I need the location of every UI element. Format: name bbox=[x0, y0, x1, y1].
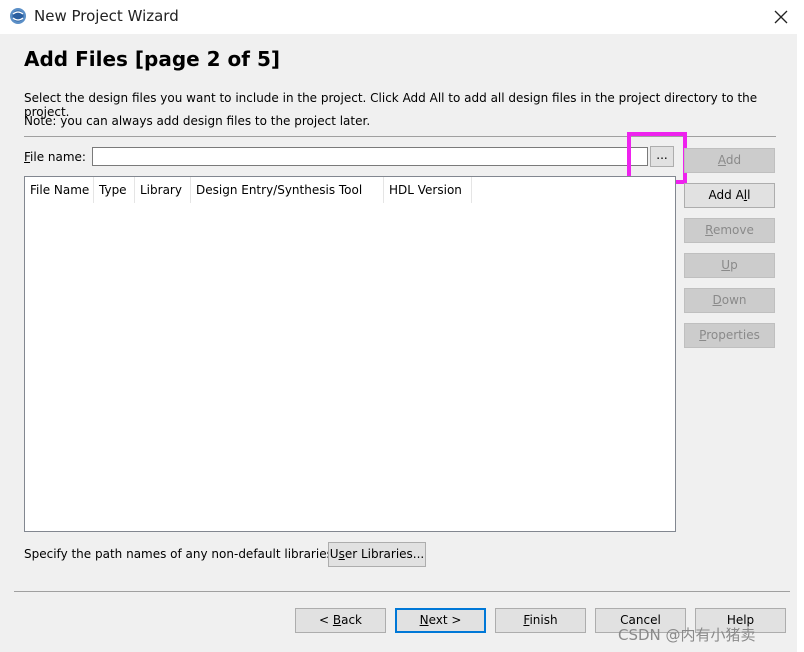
down-button[interactable]: Down bbox=[684, 288, 775, 313]
column-header-design-entry-tool[interactable]: Design Entry/Synthesis Tool bbox=[191, 177, 384, 203]
add-button[interactable]: Add bbox=[684, 148, 775, 173]
up-button[interactable]: Up bbox=[684, 253, 775, 278]
page-note: Note: you can always add design files to… bbox=[24, 114, 371, 128]
column-header-type[interactable]: Type bbox=[94, 177, 135, 203]
files-table[interactable]: File Name Type Library Design Entry/Synt… bbox=[24, 176, 676, 532]
background-strip bbox=[797, 34, 804, 652]
close-button[interactable] bbox=[758, 0, 804, 34]
column-header-file-name[interactable]: File Name bbox=[25, 177, 94, 203]
app-globe-icon bbox=[10, 8, 26, 24]
next-button[interactable]: Next > bbox=[395, 608, 486, 633]
watermark: CSDN @内有小猪卖 bbox=[618, 626, 756, 644]
libraries-hint: Specify the path names of any non-defaul… bbox=[24, 547, 337, 561]
title-bar: New Project Wizard bbox=[0, 0, 804, 34]
window-title: New Project Wizard bbox=[34, 7, 179, 25]
properties-button[interactable]: Properties bbox=[684, 323, 775, 348]
back-button[interactable]: < Back bbox=[295, 608, 386, 633]
file-name-input[interactable] bbox=[92, 147, 648, 166]
table-header: File Name Type Library Design Entry/Synt… bbox=[25, 177, 472, 203]
finish-button[interactable]: Finish bbox=[495, 608, 586, 633]
remove-button[interactable]: Remove bbox=[684, 218, 775, 243]
file-name-label: File name: bbox=[24, 150, 86, 164]
footer-divider bbox=[14, 591, 790, 592]
column-header-hdl-version[interactable]: HDL Version bbox=[384, 177, 472, 203]
user-libraries-button[interactable]: User Libraries... bbox=[328, 542, 426, 567]
add-all-button[interactable]: Add All bbox=[684, 183, 775, 208]
page-title: Add Files [page 2 of 5] bbox=[24, 47, 281, 71]
column-header-library[interactable]: Library bbox=[135, 177, 191, 203]
close-icon bbox=[774, 10, 788, 24]
